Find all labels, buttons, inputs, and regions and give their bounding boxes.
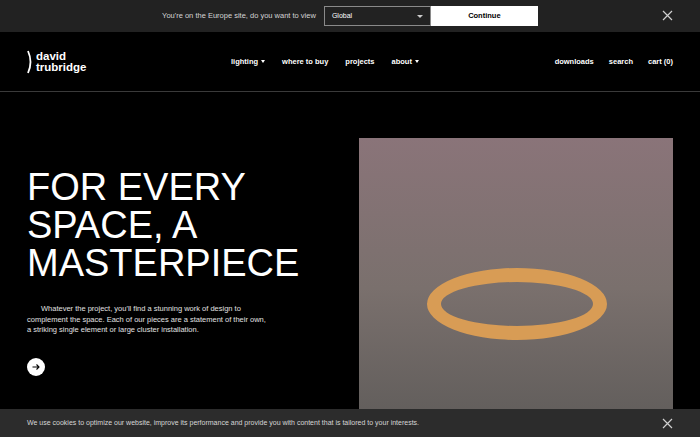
nav-label: where to buy <box>282 56 328 67</box>
caret-icon <box>417 15 423 18</box>
utility-link[interactable]: downloads <box>555 56 594 67</box>
logo-line: david <box>36 51 86 62</box>
heading-line: MASTERPIECE <box>27 244 332 282</box>
continue-button[interactable]: Continue <box>431 6 538 26</box>
nav-item[interactable]: about <box>392 56 419 67</box>
close-icon[interactable] <box>662 10 673 21</box>
hero-heading: FOR EVERYSPACE, AMASTERPIECE <box>27 168 332 282</box>
nav-item[interactable]: projects <box>345 56 374 67</box>
region-message: You're on the Europe site, do you want t… <box>162 10 316 21</box>
logo[interactable]: davidtrubridge <box>27 50 207 74</box>
utility-link[interactable]: cart (0) <box>648 56 673 67</box>
arrow-button-icon[interactable] <box>27 358 45 376</box>
heading-line: SPACE, A <box>27 206 332 244</box>
dropdown-caret-icon <box>261 60 265 63</box>
logo-mark-icon <box>27 50 33 74</box>
nav-label: lighting <box>231 56 258 67</box>
site-header: davidtrubridge lighting where to buy projec… <box>0 32 700 92</box>
main-nav: lighting where to buy projects about <box>231 56 419 67</box>
hero: FOR EVERYSPACE, AMASTERPIECE Whatever the… <box>0 92 700 437</box>
region-select-value: Global <box>332 11 352 22</box>
hero-text: FOR EVERYSPACE, AMASTERPIECE Whatever the… <box>0 92 332 437</box>
logo-line: trubridge <box>36 62 86 73</box>
utility-link[interactable]: search <box>609 56 633 67</box>
hero-body: Whatever the project, you'll find a stun… <box>27 304 267 336</box>
hero-image <box>359 138 673 437</box>
close-icon[interactable] <box>662 418 673 429</box>
nav-item[interactable]: where to buy <box>282 56 328 67</box>
nav-label: about <box>392 56 412 67</box>
dropdown-caret-icon <box>415 60 419 63</box>
region-select[interactable]: Global <box>324 6 431 26</box>
nav-label: projects <box>345 56 374 67</box>
logo-text: davidtrubridge <box>36 51 86 73</box>
heading-line: FOR EVERY <box>27 168 332 206</box>
cookie-bar: We use cookies to optimize our website, … <box>0 409 700 437</box>
lamp-shape <box>427 268 607 340</box>
continue-label: Continue <box>468 10 501 21</box>
region-banner: You're on the Europe site, do you want t… <box>0 0 700 32</box>
utility-nav: downloads search cart (0) <box>555 56 673 67</box>
region-controls: Global Continue <box>324 6 538 26</box>
nav-item[interactable]: lighting <box>231 56 265 67</box>
cookie-message: We use cookies to optimize our website, … <box>27 418 419 429</box>
